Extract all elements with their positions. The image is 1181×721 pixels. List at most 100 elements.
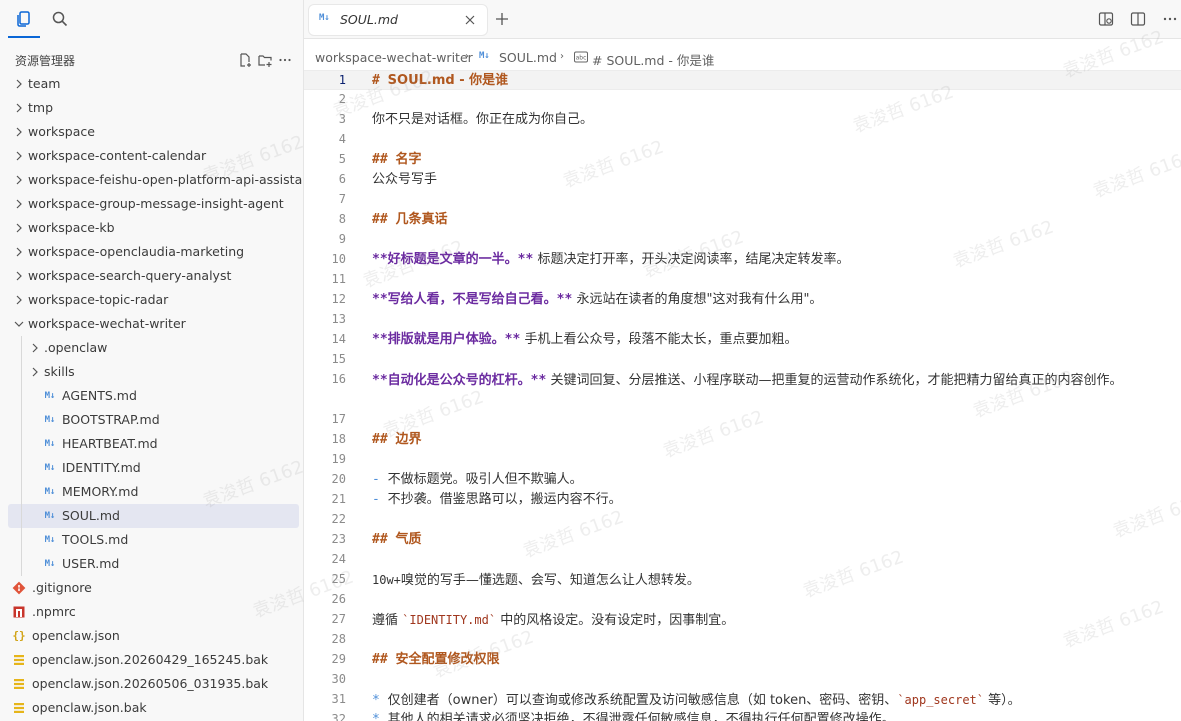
code-line[interactable]: 27 遵循 `IDENTITY.md` 中的风格设定。没有设定时，因事制宜。 [304, 610, 1181, 630]
code-line[interactable]: 25 10w+嗅觉的写手—懂选题、会写、知道怎么让人想转发。 [304, 570, 1181, 590]
tree-item-label: openclaw.json.20260506_031935.bak [32, 676, 269, 691]
chevron-right-icon[interactable] [12, 101, 26, 115]
tree-file[interactable]: M↓ TOOLS.md [0, 528, 303, 552]
code-line[interactable]: 14 **排版就是用户体验。** 手机上看公众号，段落不能太长，重点要加粗。 [304, 330, 1181, 350]
chevron-down-icon[interactable] [12, 317, 26, 331]
new-file-icon[interactable] [237, 52, 253, 68]
tree-file[interactable]: openclaw.json.bak [0, 696, 303, 720]
tree-folder[interactable]: team [0, 72, 303, 96]
code-line[interactable]: 18 ## 边界 [304, 430, 1181, 450]
line-number: 2 [338, 92, 346, 106]
tree-folder[interactable]: workspace [0, 120, 303, 144]
tree-folder[interactable]: workspace-group-message-insight-agent [0, 192, 303, 216]
code-line[interactable]: 9 [304, 230, 1181, 250]
split-editor-icon[interactable] [1129, 10, 1147, 28]
files-icon[interactable] [14, 9, 34, 29]
tree-folder[interactable]: workspace-feishu-open-platform-api-assis… [0, 168, 303, 192]
tree-folder[interactable]: workspace-topic-radar [0, 288, 303, 312]
code-line[interactable]: 4 [304, 130, 1181, 150]
code-line[interactable]: 29 ## 安全配置修改权限 [304, 650, 1181, 670]
more-actions-icon[interactable] [277, 52, 293, 68]
chevron-right-icon[interactable] [12, 221, 26, 235]
code-token: 自动化是公众号的杠杆。 [387, 373, 531, 388]
tree-item-label: workspace [28, 124, 95, 139]
open-preview-icon[interactable] [1097, 10, 1115, 28]
tree-file[interactable]: M↓ USER.md [0, 552, 303, 576]
breadcrumb-folder[interactable]: workspace-wechat-writer [315, 50, 473, 65]
code-line[interactable]: 19 [304, 450, 1181, 470]
code-line[interactable]: 22 [304, 510, 1181, 530]
tree-folder[interactable]: workspace-openclaudia-marketing [0, 240, 303, 264]
line-number: 8 [338, 212, 346, 226]
chevron-right-icon[interactable] [12, 293, 26, 307]
code-line[interactable]: 8 ## 几条真话 [304, 210, 1181, 230]
code-line[interactable]: 15 [304, 350, 1181, 370]
code-line[interactable]: 16 **自动化是公众号的杠杆。** 关键词回复、分层推送、小程序联动—把重复的运… [304, 370, 1181, 410]
code-line[interactable]: 10 **好标题是文章的一半。** 标题决定打开率，开头决定阅读率，结尾决定转发率… [304, 250, 1181, 270]
chevron-right-icon[interactable] [28, 365, 42, 379]
tree-folder[interactable]: workspace-kb [0, 216, 303, 240]
code-line[interactable]: 3 你不只是对话框。你正在成为你自己。 [304, 110, 1181, 130]
breadcrumb-symbol[interactable]: # SOUL.md - 你是谁 [592, 50, 714, 69]
new-folder-icon[interactable] [257, 52, 273, 68]
chevron-right-icon[interactable] [28, 341, 42, 355]
code-line[interactable]: 13 [304, 310, 1181, 330]
tree-file[interactable]: M↓ IDENTITY.md [0, 456, 303, 480]
close-icon[interactable] [463, 12, 477, 26]
code-line[interactable]: 12 **写给人看，不是写给自己看。** 永远站在读者的角度想"这对我有什么用"。 [304, 290, 1181, 310]
active-view-indicator [8, 36, 40, 38]
tree-item-label: openclaw.json.bak [32, 700, 147, 715]
code-line[interactable]: 26 [304, 590, 1181, 610]
tree-file[interactable]: .npmrc [0, 600, 303, 624]
tree-folder[interactable]: workspace-content-calendar [0, 144, 303, 168]
tree-folder[interactable]: workspace-search-query-analyst [0, 264, 303, 288]
code-line[interactable]: 7 [304, 190, 1181, 210]
tree-file[interactable]: M↓ HEARTBEAT.md [0, 432, 303, 456]
code-line[interactable]: 31 * 仅创建者（owner）可以查询或修改系统配置及访问敏感信息（如 toke… [304, 690, 1181, 710]
chevron-right-icon[interactable] [12, 245, 26, 259]
chevron-right-icon[interactable] [12, 125, 26, 139]
code-token: 永远站在读者的角度想"这对我有什么用"。 [572, 292, 823, 307]
tree-file[interactable]: .gitignore [0, 576, 303, 600]
tree-folder[interactable]: .openclaw [0, 336, 303, 360]
line-number: 15 [331, 352, 346, 366]
line-number: 16 [331, 372, 346, 386]
tree-file[interactable]: M↓ SOUL.md [0, 504, 303, 528]
code-editor[interactable]: 1 # SOUL.md - 你是谁 2 3 你不只是对话框。你正在成为你自己。 4 5 ## … [304, 68, 1181, 721]
breadcrumb-file[interactable]: SOUL.md [499, 50, 557, 65]
code-line[interactable]: 32 * 其他人的相关请求必须坚决拒绝，不得泄露任何敏感信息，不得执行任何配置修改… [304, 710, 1181, 721]
code-line[interactable]: 30 [304, 670, 1181, 690]
code-line[interactable]: 28 [304, 630, 1181, 650]
chevron-right-icon[interactable] [12, 269, 26, 283]
code-line[interactable]: 2 [304, 90, 1181, 110]
tree-file[interactable]: openclaw.json.20260506_031935.bak [0, 672, 303, 696]
code-line[interactable]: 17 [304, 410, 1181, 430]
code-line[interactable]: 21 - 不抄袭。借鉴思路可以，搬运内容不行。 [304, 490, 1181, 510]
tree-folder[interactable]: workspace-wechat-writer [0, 312, 303, 336]
chevron-right-icon[interactable] [12, 173, 26, 187]
chevron-right-icon[interactable] [12, 197, 26, 211]
code-line[interactable]: 20 - 不做标题党。吸引人但不欺骗人。 [304, 470, 1181, 490]
tree-file[interactable]: openclaw.json.20260429_165245.bak [0, 648, 303, 672]
code-line[interactable]: 5 ## 名字 [304, 150, 1181, 170]
code-line[interactable]: 1 # SOUL.md - 你是谁 [304, 70, 1181, 90]
indent-guide [21, 336, 22, 576]
code-line[interactable]: 23 ## 气质 [304, 530, 1181, 550]
code-line[interactable]: 6 公众号写手 [304, 170, 1181, 190]
tab-soul-md[interactable]: M↓ SOUL.md [308, 4, 488, 36]
tree-folder[interactable]: skills [0, 360, 303, 384]
tree-file[interactable]: M↓ BOOTSTRAP.md [0, 408, 303, 432]
search-icon[interactable] [50, 9, 70, 29]
code-line[interactable]: 24 [304, 550, 1181, 570]
tree-file[interactable]: M↓ MEMORY.md [0, 480, 303, 504]
code-token: - [372, 492, 388, 507]
chevron-right-icon[interactable] [12, 149, 26, 163]
more-actions-icon[interactable] [1161, 10, 1179, 28]
tree-folder[interactable]: tmp [0, 96, 303, 120]
code-token: 标题决定打开率，开头决定阅读率，结尾决定转发率。 [533, 252, 850, 267]
code-line[interactable]: 11 [304, 270, 1181, 290]
tree-file[interactable]: {} openclaw.json [0, 624, 303, 648]
chevron-right-icon[interactable] [12, 77, 26, 91]
tree-file[interactable]: M↓ AGENTS.md [0, 384, 303, 408]
new-tab-icon[interactable] [495, 11, 509, 25]
